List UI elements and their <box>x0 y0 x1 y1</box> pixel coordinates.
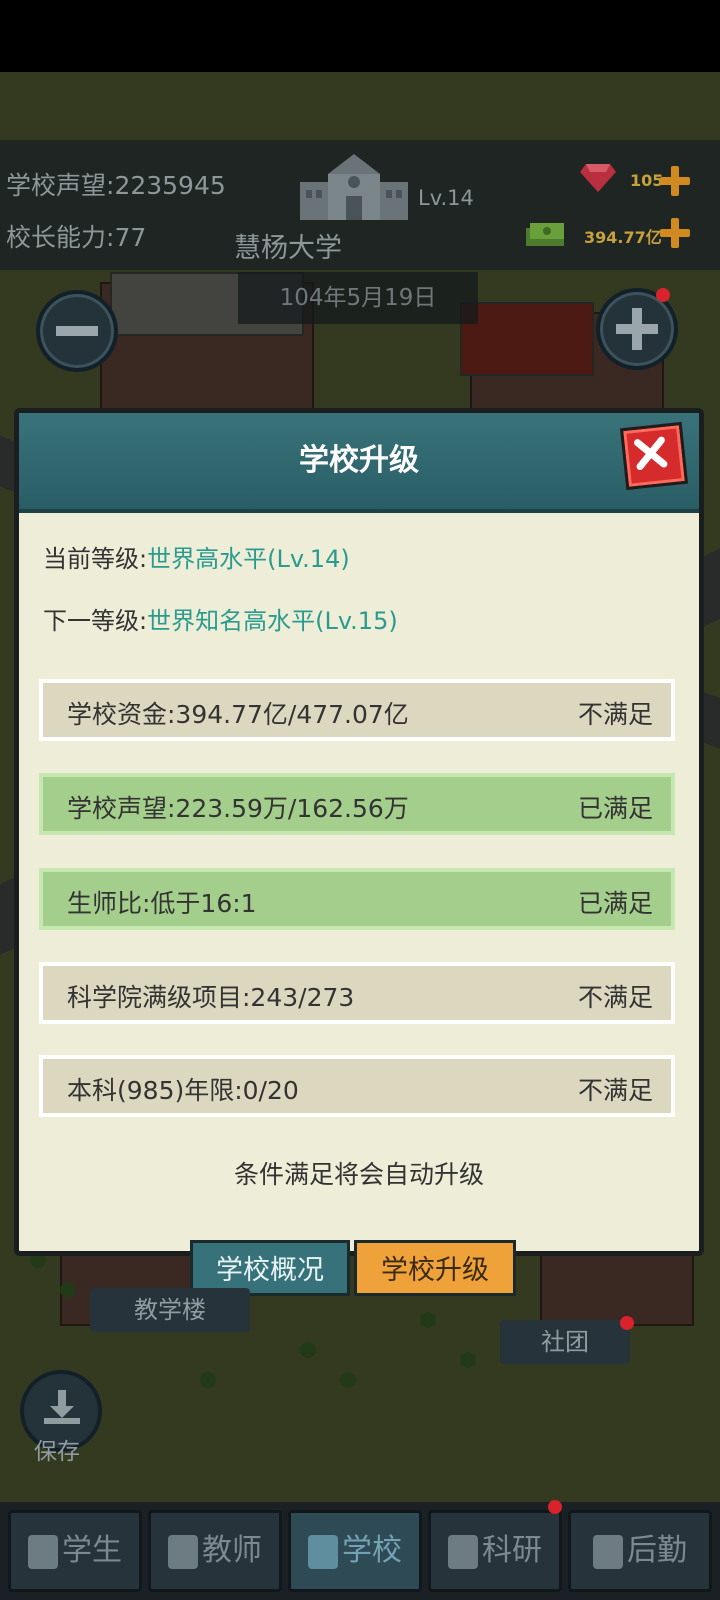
close-icon <box>634 436 668 471</box>
school-building-icon[interactable] <box>298 152 410 222</box>
school-upgrade-dialog: 学校升级 当前等级:世界高水平(Lv.14) 下一等级:世界知名高水平(Lv.1… <box>14 408 704 1256</box>
close-button[interactable] <box>619 421 689 491</box>
school-icon <box>308 1534 338 1569</box>
nav-teacher[interactable]: 教师 <box>148 1510 282 1592</box>
nav-student[interactable]: 学生 <box>8 1510 142 1592</box>
research-notification-dot <box>548 1500 562 1514</box>
teaching-building-label[interactable]: 教学楼 <box>90 1288 250 1332</box>
requirement-academy-projects: 科学院满级项目:243/273 不满足 <box>39 962 675 1024</box>
requirement-student-teacher-ratio: 生师比:低于16:1 已满足 <box>39 868 675 930</box>
flask-icon <box>448 1534 478 1569</box>
student-icon <box>28 1534 58 1569</box>
zoom-out-button[interactable] <box>36 290 118 372</box>
nav-logistics[interactable]: 后勤 <box>568 1510 712 1592</box>
school-status-bar: 学校声望:2235945 校长能力:77 Lv.14 慧杨大学 105 394.… <box>0 140 720 270</box>
reputation-stat: 学校声望:2235945 <box>6 171 226 200</box>
money-icon <box>524 220 566 248</box>
tab-school-upgrade[interactable]: 学校升级 <box>354 1240 516 1296</box>
gem-count: 105 <box>630 171 664 190</box>
nav-research[interactable]: 科研 <box>428 1510 562 1592</box>
school-level: Lv.14 <box>418 186 474 210</box>
auto-upgrade-note: 条件满足将会自动升级 <box>233 1160 484 1189</box>
minus-icon <box>56 326 98 336</box>
teacher-icon <box>168 1534 198 1569</box>
clipboard-icon <box>593 1534 623 1569</box>
principal-ability-stat: 校长能力:77 <box>6 223 147 252</box>
download-icon <box>44 1390 80 1424</box>
notification-dot <box>656 288 670 302</box>
add-gems-icon[interactable] <box>660 166 690 196</box>
requirement-undergrad-years: 本科(985)年限:0/20 不满足 <box>39 1055 675 1117</box>
gem-icon <box>580 162 616 192</box>
club-notification-dot <box>620 1316 634 1330</box>
money-amount: 394.77亿 <box>584 228 662 247</box>
add-money-icon[interactable] <box>660 218 690 248</box>
club-label[interactable]: 社团 <box>500 1320 630 1364</box>
requirement-reputation: 学校声望:223.59万/162.56万 已满足 <box>39 773 675 835</box>
save-label: 保存 <box>34 1439 80 1465</box>
bottom-nav: 学生 教师 学校 科研 后勤 <box>0 1500 720 1600</box>
next-level-row: 下一等级:世界知名高水平(Lv.15) <box>43 607 398 635</box>
dialog-title: 学校升级 <box>299 443 419 478</box>
current-level-row: 当前等级:世界高水平(Lv.14) <box>43 545 350 573</box>
nav-school[interactable]: 学校 <box>288 1510 422 1592</box>
game-date: 104年5月19日 <box>238 272 478 324</box>
school-name: 慧杨大学 <box>234 233 342 264</box>
requirement-funds: 学校资金:394.77亿/477.07亿 不满足 <box>39 679 675 741</box>
